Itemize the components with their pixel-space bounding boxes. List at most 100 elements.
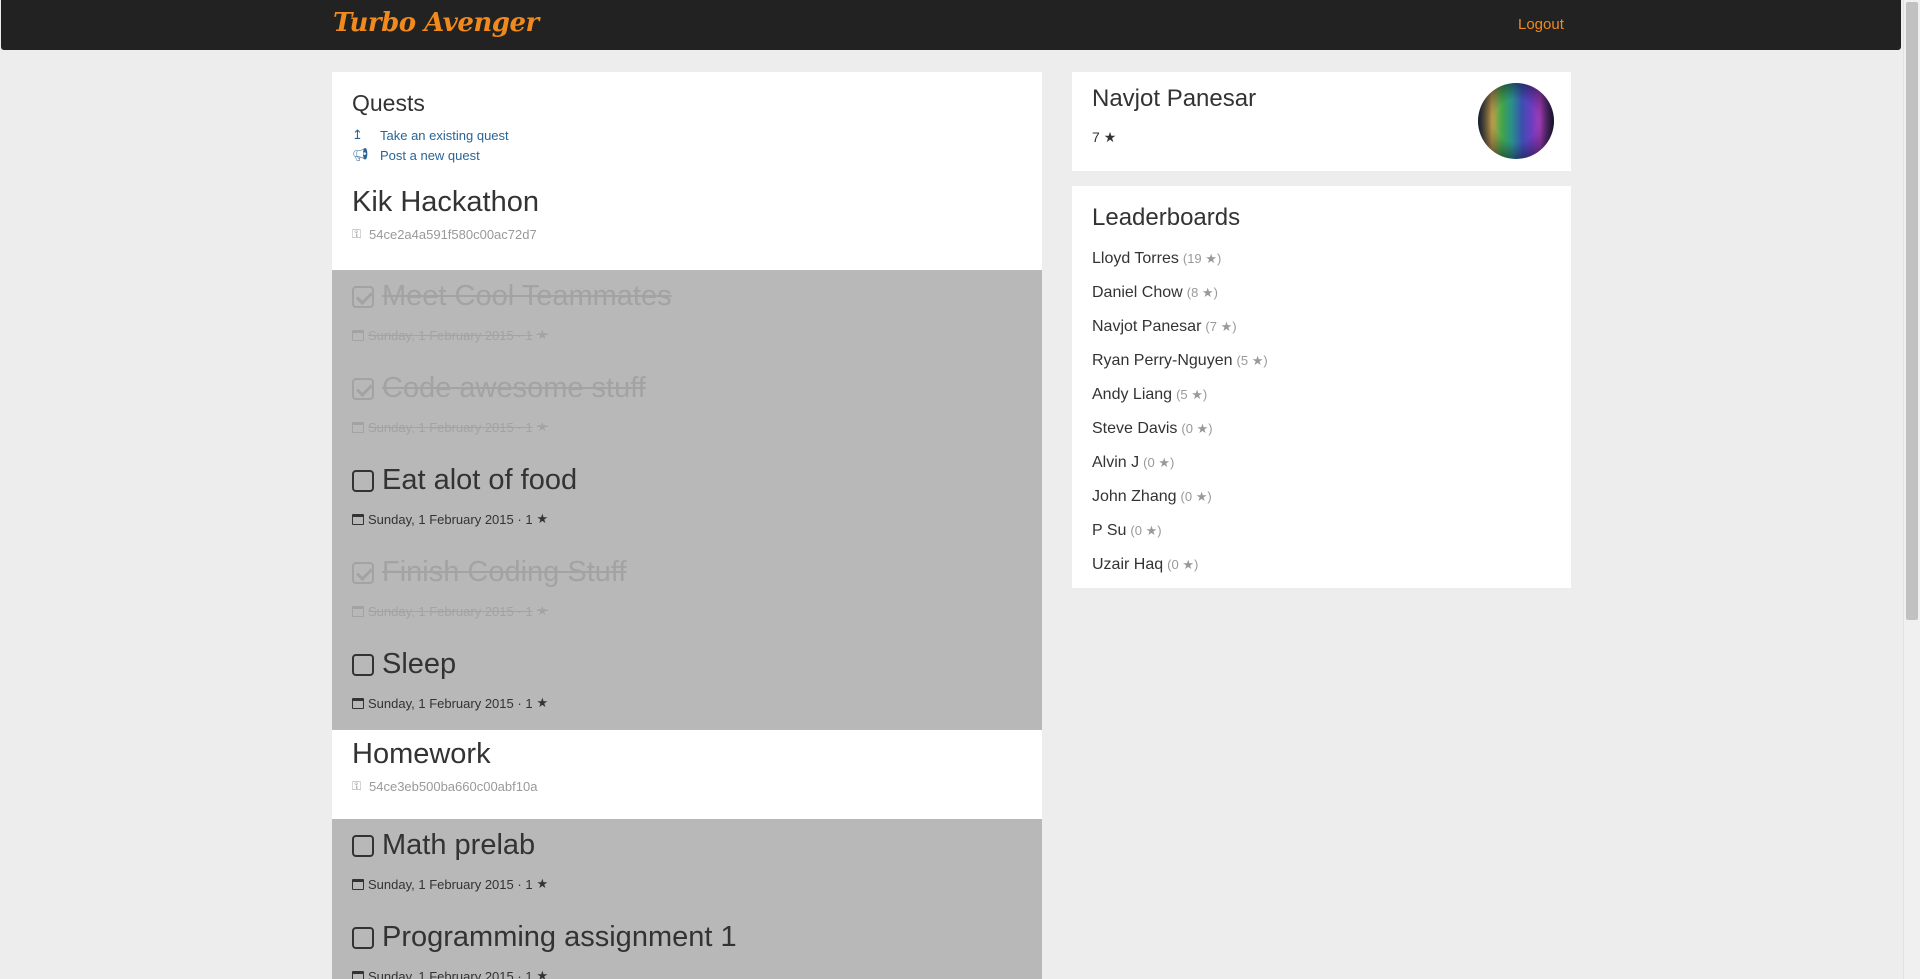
separator: · [513, 511, 526, 527]
task-title-text: Programming assignment 1 [382, 921, 737, 953]
quest-key: ⚿ 54ce3eb500ba660c00abf10a [352, 779, 1022, 794]
task-item[interactable]: Meet Cool Teammates Sunday, 1 February 20… [332, 270, 1042, 362]
leaderboard-score: (7 ★) [1205, 319, 1237, 334]
quest-name: Kik Hackathon [352, 186, 539, 218]
leaderboard-name[interactable]: John Zhang [1092, 488, 1177, 506]
separator: · [513, 876, 526, 892]
quest-task-list: Math prelab Sunday, 1 February 2015 · 1 ★ P… [332, 819, 1042, 979]
leaderboard-row: Navjot Panesar (7 ★) [1092, 310, 1268, 344]
leaderboard-score-value: 7 [1209, 319, 1217, 334]
take-existing-quest-label: Take an existing quest [380, 127, 509, 143]
task-date: Sunday, 1 February 2015 [368, 327, 514, 343]
leaderboards-card: Leaderboards Lloyd Torres (19 ★) Daniel Ch… [1072, 186, 1571, 588]
task-meta: Sunday, 1 February 2015 · 1 ★ [352, 419, 1022, 435]
star-icon: ★ [536, 876, 549, 891]
task-item[interactable]: Finish Coding Stuff Sunday, 1 February 20… [332, 546, 1042, 638]
task-item[interactable]: Sleep Sunday, 1 February 2015 · 1 ★ [332, 638, 1042, 730]
key-icon: ⚿ [352, 227, 362, 241]
task-title-text: Math prelab [382, 829, 536, 861]
separator: · [513, 327, 526, 343]
bullhorn-icon: 📢︎ [352, 147, 369, 162]
leaderboard-name[interactable]: Andy Liang [1092, 386, 1172, 404]
quest-task-list: Meet Cool Teammates Sunday, 1 February 20… [332, 270, 1042, 730]
task-points: 1 [525, 603, 533, 619]
post-new-quest-label: Post a new quest [380, 147, 480, 163]
quest-header: Homework ⚿ 54ce3eb500ba660c00abf10a [332, 730, 1042, 819]
leaderboard-score: (0 ★) [1130, 523, 1162, 538]
calendar-icon [352, 697, 364, 709]
checked-checkbox[interactable] [352, 377, 374, 400]
take-existing-quest-link[interactable]: ↥ Take an existing quest [352, 125, 1022, 145]
calendar-icon [352, 605, 364, 617]
leaderboard-name[interactable]: Alvin J [1092, 454, 1139, 472]
task-title: Math prelab [352, 829, 1022, 862]
star-icon: ★) [1192, 421, 1213, 436]
leaderboard-row: P Su (0 ★) [1092, 514, 1268, 548]
profile-star-count: 7 [1092, 129, 1100, 145]
task-title: Eat alot of food [352, 464, 1022, 497]
task-title: Finish Coding Stuff [352, 556, 1022, 589]
leaderboard-name[interactable]: Lloyd Torres [1092, 250, 1179, 268]
star-icon: ★ [536, 603, 549, 618]
profile-stars: 7 ★ [1092, 129, 1116, 146]
task-title: Meet Cool Teammates [352, 280, 1022, 313]
logout-link[interactable]: Logout [1518, 16, 1564, 33]
task-points: 1 [525, 695, 533, 711]
checkbox[interactable] [352, 834, 374, 857]
task-item[interactable]: Math prelab Sunday, 1 February 2015 · 1 ★ [332, 819, 1042, 911]
task-item[interactable]: Programming assignment 1 Sunday, 1 Februa… [332, 911, 1042, 979]
leaderboard-row: Steve Davis (0 ★) [1092, 412, 1268, 446]
scrollbar[interactable] [1903, 0, 1920, 979]
quest-key-value: 54ce2a4a591f580c00ac72d7 [369, 227, 537, 242]
task-item[interactable]: Code awesome stuff Sunday, 1 February 201… [332, 362, 1042, 454]
task-points: 1 [525, 419, 533, 435]
leaderboard-name[interactable]: Uzair Haq [1092, 556, 1163, 574]
leaderboard-name[interactable]: Ryan Perry-Nguyen [1092, 352, 1233, 370]
checkbox[interactable] [352, 469, 374, 492]
task-title-text: Eat alot of food [382, 464, 578, 496]
star-icon: ★) [1216, 319, 1237, 334]
profile-card: Navjot Panesar 7 ★ [1072, 72, 1571, 171]
task-meta: Sunday, 1 February 2015 · 1 ★ [352, 511, 1022, 527]
leaderboard-name[interactable]: Daniel Chow [1092, 284, 1183, 302]
profile-name: Navjot Panesar [1092, 85, 1257, 112]
checkbox[interactable] [352, 926, 374, 949]
leaderboard-row: Alvin J (0 ★) [1092, 446, 1268, 480]
leaderboard-score: (19 ★) [1182, 251, 1222, 266]
calendar-icon [352, 421, 364, 433]
task-meta: Sunday, 1 February 2015 · 1 ★ [352, 695, 1022, 711]
star-icon: ★) [1141, 523, 1162, 538]
leaderboard-name[interactable]: Steve Davis [1092, 420, 1177, 438]
quest-name: Homework [352, 738, 491, 770]
task-title-text: Meet Cool Teammates [382, 280, 672, 312]
task-date: Sunday, 1 February 2015 [368, 419, 514, 435]
task-title-text: Finish Coding Stuff [382, 556, 627, 588]
quests-title: Quests [352, 90, 425, 116]
task-meta: Sunday, 1 February 2015 · 1 ★ [352, 603, 1022, 619]
post-new-quest-link[interactable]: 📢︎ Post a new quest [352, 145, 1022, 165]
star-icon: ★) [1187, 387, 1208, 402]
scrollbar-thumb[interactable] [1906, 2, 1918, 620]
leaderboard-score-value: 0 [1134, 523, 1142, 538]
quests-panel: Quests ↥ Take an existing quest 📢︎ Post … [332, 72, 1042, 979]
leaderboard-row: Daniel Chow (8 ★) [1092, 276, 1268, 310]
task-meta: Sunday, 1 February 2015 · 1 ★ [352, 876, 1022, 892]
checked-checkbox[interactable] [352, 561, 374, 584]
leaderboard-name[interactable]: P Su [1092, 522, 1126, 540]
avatar [1478, 83, 1554, 159]
quest-key-value: 54ce3eb500ba660c00abf10a [369, 779, 538, 794]
leaderboard-name[interactable]: Navjot Panesar [1092, 318, 1201, 336]
leaderboard-score-value: 0 [1184, 489, 1193, 504]
star-icon: ★ [536, 511, 549, 526]
task-title-text: Sleep [382, 648, 457, 680]
checkbox[interactable] [352, 653, 374, 676]
star-icon: ★) [1154, 455, 1175, 470]
brand-logo[interactable]: Turbo Avenger [333, 8, 539, 38]
separator: · [513, 695, 526, 711]
checked-checkbox[interactable] [352, 285, 374, 308]
arrow-up-icon: ↥ [352, 127, 363, 142]
key-icon: ⚿ [352, 779, 362, 793]
task-item[interactable]: Eat alot of food Sunday, 1 February 2015 … [332, 454, 1042, 546]
calendar-icon [352, 878, 364, 890]
leaderboard-list: Lloyd Torres (19 ★) Daniel Chow (8 ★) Navjot… [1092, 242, 1268, 582]
